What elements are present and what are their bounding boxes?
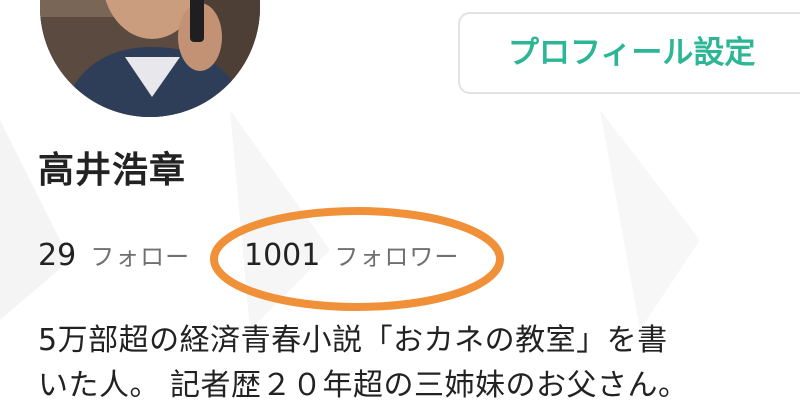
user-name: 高井浩章 xyxy=(38,150,187,191)
bio: 5万部超の経済青春小説「おカネの教室」を書 いた人。 記者歴２０年超の三姉妹のお… xyxy=(38,318,798,408)
following-label: フォロー xyxy=(90,243,191,271)
bio-line: いた人。 記者歴２０年超の三姉妹のお父さん。 xyxy=(38,368,689,403)
avatar-photo xyxy=(40,0,260,117)
followers-count: 1001 xyxy=(244,238,321,273)
following-count: 29 xyxy=(38,238,77,273)
bio-line: 5万部超の経済青春小説「おカネの教室」を書 xyxy=(38,323,668,358)
following-stat[interactable]: 29 フォロー xyxy=(38,236,190,280)
profile-settings-button[interactable]: プロフィール設定 xyxy=(458,12,800,94)
followers-label: フォロワー xyxy=(334,243,460,271)
followers-stat[interactable]: 1001 フォロワー xyxy=(244,236,459,280)
avatar[interactable] xyxy=(40,0,260,117)
